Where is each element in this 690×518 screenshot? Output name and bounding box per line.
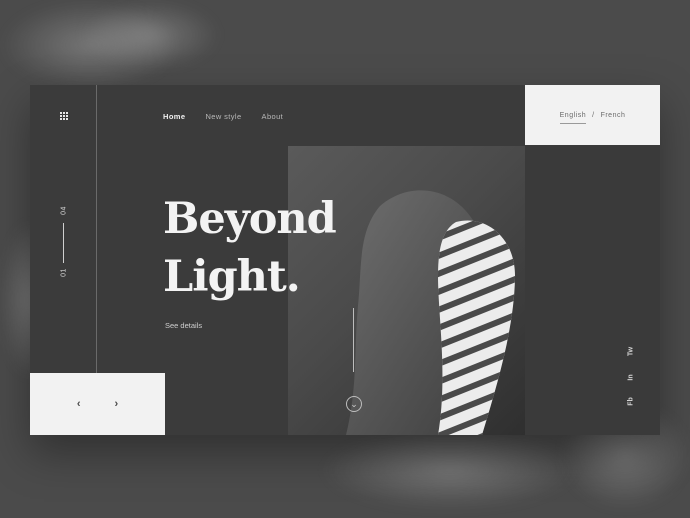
grid-menu-icon[interactable] [60, 112, 68, 120]
smoke-decoration [80, 0, 220, 70]
rail-divider [96, 85, 97, 373]
counter-line [63, 223, 64, 263]
scroll-glyph: ⌄ [350, 398, 358, 409]
social-links: Tw In Fb [624, 346, 638, 412]
right-strip [525, 146, 660, 435]
social-linkedin[interactable]: In [628, 371, 635, 385]
nav-about[interactable]: About [262, 112, 284, 121]
slide-counter: 04 01 [58, 205, 70, 285]
hero-title-line2: Light. [163, 252, 301, 302]
see-details-link[interactable]: See details [165, 321, 202, 330]
nav-home[interactable]: Home [163, 112, 185, 121]
hero-title-line1: Beyond [163, 194, 337, 244]
social-facebook[interactable]: Fb [628, 395, 635, 409]
nav-new-style[interactable]: New style [205, 112, 241, 121]
language-switcher: English / French [525, 85, 660, 145]
scroll-line [353, 308, 354, 372]
hero-title: Beyond Light. [163, 190, 337, 306]
lang-separator: / [592, 111, 595, 119]
chevron-left-icon[interactable]: ‹ [77, 398, 81, 410]
slider-controls: ‹ › [30, 373, 165, 435]
lang-english[interactable]: English [559, 112, 587, 124]
counter-total: 04 [60, 206, 68, 215]
social-twitter[interactable]: Tw [628, 345, 635, 359]
smoke-decoration [320, 430, 580, 510]
counter-current: 01 [60, 268, 68, 277]
chevron-down-icon[interactable]: ⌄ [346, 396, 362, 412]
main-nav: Home New style About [163, 112, 283, 121]
chevron-right-icon[interactable]: › [115, 398, 119, 410]
lang-french[interactable]: French [601, 112, 626, 119]
